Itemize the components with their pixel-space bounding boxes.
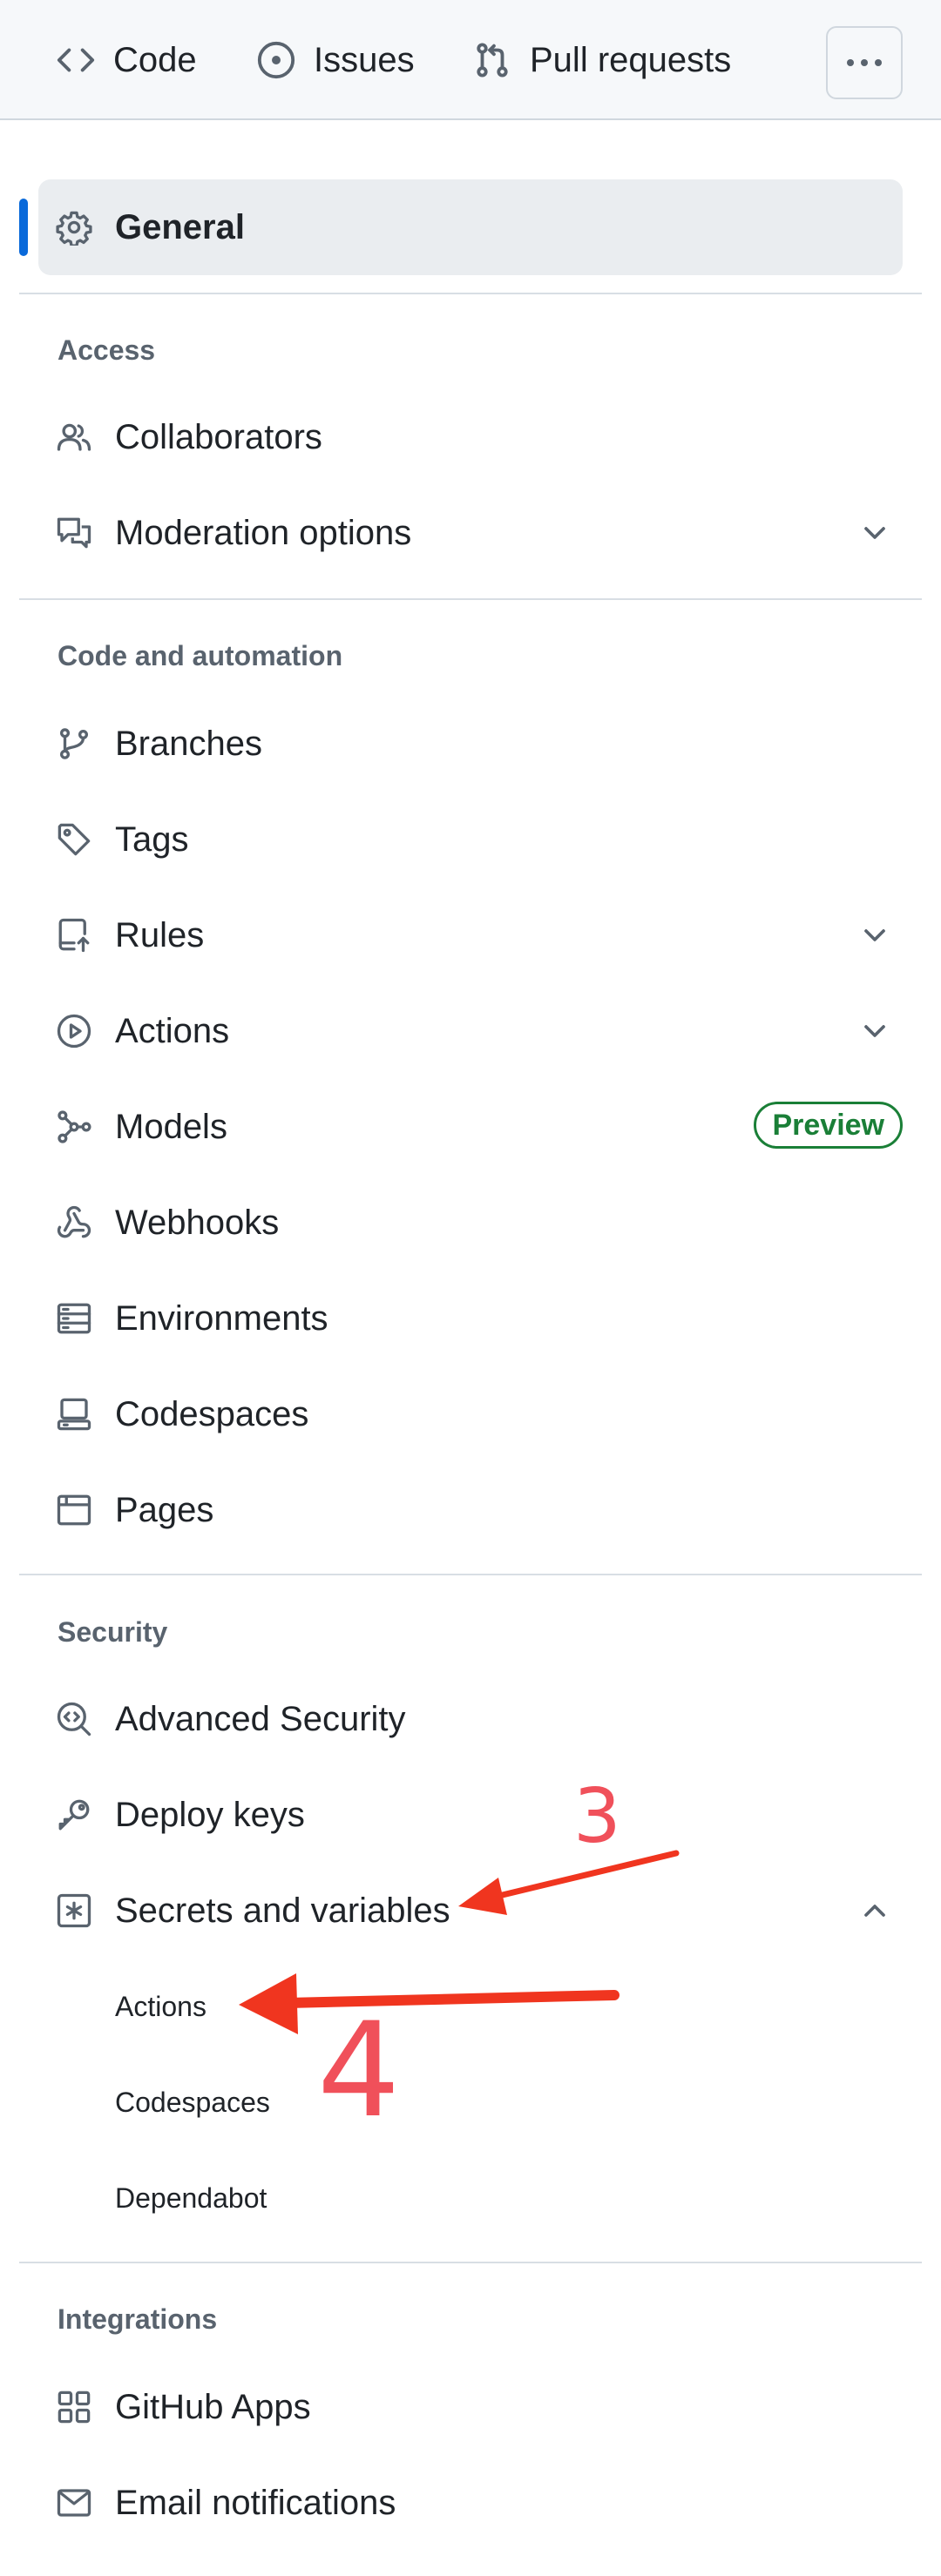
chevron-down-icon[interactable] <box>857 918 892 953</box>
tab-issues[interactable]: Issues <box>256 0 415 120</box>
webhook-icon <box>56 1204 92 1241</box>
sidebar-item-label: Tags <box>115 820 189 859</box>
models-icon <box>56 1109 92 1145</box>
more-tabs-button[interactable] <box>826 26 903 99</box>
sidebar-item-deploy-keys[interactable]: Deploy keys <box>38 1767 903 1863</box>
comment-discussion-icon <box>56 515 92 551</box>
sidebar-item-branches[interactable]: Branches <box>38 696 903 792</box>
repo-push-icon <box>56 917 92 954</box>
people-icon <box>56 419 92 455</box>
annotation-step-3: 3 <box>573 1773 621 1860</box>
server-icon <box>56 1300 92 1337</box>
sidebar-item-label: General <box>115 208 245 246</box>
tab-pull-requests[interactable]: Pull requests <box>472 0 731 120</box>
sidebar-item-rules[interactable]: Rules <box>38 887 903 983</box>
chevron-down-icon[interactable] <box>857 516 892 550</box>
section-heading-integrations: Integrations <box>58 2303 218 2335</box>
section-heading-code-and-automation: Code and automation <box>58 640 343 671</box>
mail-icon <box>56 2485 92 2521</box>
key-asterisk-icon <box>56 1892 92 1929</box>
sidebar-item-pages[interactable]: Pages <box>38 1462 903 1558</box>
tab-label: Code <box>113 40 197 79</box>
divider <box>19 2262 922 2263</box>
git-branch-icon <box>56 725 92 762</box>
sidebar-item-tags[interactable]: Tags <box>38 792 903 887</box>
sidebar-item-label: Advanced Security <box>115 1700 406 1738</box>
sidebar-item-advanced-security[interactable]: Advanced Security <box>38 1671 903 1767</box>
codespaces-icon <box>56 1396 92 1433</box>
sidebar-subitem-actions[interactable]: Actions <box>38 1959 903 2054</box>
kebab-horizontal-icon <box>844 57 884 69</box>
issue-opened-icon <box>256 40 296 80</box>
sidebar-item-label: Deploy keys <box>115 1796 305 1834</box>
sidebar-item-label: Collaborators <box>115 418 322 456</box>
chevron-up-icon[interactable] <box>857 1893 892 1928</box>
repo-nav-bar: Code Issues Pull requests <box>0 0 941 120</box>
sidebar-item-label: Webhooks <box>115 1204 280 1242</box>
sidebar-item-label: GitHub Apps <box>115 2388 311 2426</box>
tab-code[interactable]: Code <box>56 0 197 120</box>
sidebar-item-github-apps[interactable]: GitHub Apps <box>38 2359 903 2455</box>
sidebar-subitem-label: Actions <box>115 1991 206 2022</box>
chevron-down-icon[interactable] <box>857 1014 892 1049</box>
tag-icon <box>56 821 92 858</box>
tab-label: Issues <box>314 40 415 79</box>
sidebar-item-label: Codespaces <box>115 1395 309 1433</box>
annotation-step-4: 4 <box>317 1995 401 2147</box>
sidebar-item-label: Email notifications <box>115 2484 396 2522</box>
sidebar-item-label: Secrets and variables <box>115 1892 450 1930</box>
divider <box>19 293 922 294</box>
sidebar-item-label: Branches <box>115 725 262 763</box>
gear-icon <box>56 209 92 246</box>
tab-label: Pull requests <box>530 40 732 79</box>
sidebar-subitem-label: Codespaces <box>115 2087 270 2118</box>
section-heading-security: Security <box>58 1616 168 1648</box>
sidebar-item-label: Rules <box>115 916 205 954</box>
sidebar-item-moderation-options[interactable]: Moderation options <box>38 485 903 581</box>
codescan-icon <box>56 1701 92 1737</box>
sidebar-item-collaborators[interactable]: Collaborators <box>38 389 903 485</box>
preview-badge: Preview <box>754 1102 903 1149</box>
key-icon <box>56 1797 92 1833</box>
divider <box>19 1574 922 1575</box>
sidebar-item-actions[interactable]: Actions <box>38 983 903 1079</box>
sidebar-item-environments[interactable]: Environments <box>38 1271 903 1366</box>
browser-icon <box>56 1492 92 1528</box>
section-heading-access: Access <box>58 334 156 366</box>
sidebar-subitem-dependabot[interactable]: Dependabot <box>38 2150 903 2246</box>
sidebar-item-label: Pages <box>115 1491 214 1529</box>
sidebar-item-label: Environments <box>115 1299 328 1338</box>
sidebar-subitem-label: Dependabot <box>115 2182 267 2214</box>
git-pull-request-icon <box>472 40 512 80</box>
sidebar-item-secrets-and-variables[interactable]: Secrets and variables <box>38 1863 903 1959</box>
sidebar-item-models[interactable]: Models Preview <box>38 1079 903 1175</box>
sidebar-item-general[interactable]: General <box>38 179 903 275</box>
sidebar-item-email-notifications[interactable]: Email notifications <box>38 2455 903 2551</box>
sidebar-subitem-codespaces[interactable]: Codespaces <box>38 2054 903 2150</box>
sidebar-item-label: Models <box>115 1108 227 1146</box>
sidebar-item-label: Actions <box>115 1012 230 1050</box>
sidebar-item-webhooks[interactable]: Webhooks <box>38 1175 903 1271</box>
selected-indicator <box>19 199 28 256</box>
sidebar-item-label: Moderation options <box>115 514 412 552</box>
apps-icon <box>56 2389 92 2425</box>
play-icon <box>56 1013 92 1049</box>
code-icon <box>56 40 96 80</box>
divider <box>19 598 922 600</box>
sidebar-item-codespaces[interactable]: Codespaces <box>38 1366 903 1462</box>
